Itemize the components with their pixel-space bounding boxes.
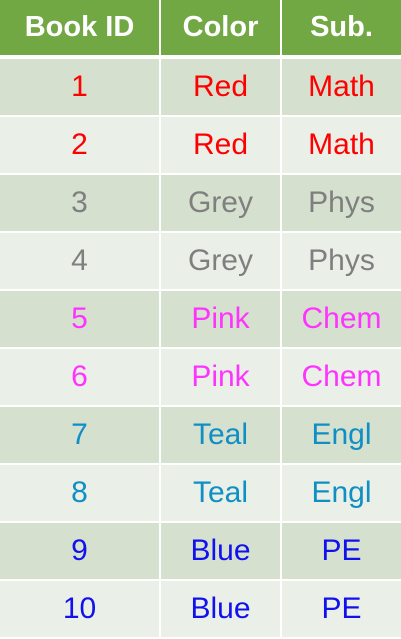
book-id-cell: 3: [0, 173, 161, 232]
book-id-cell: 2: [0, 115, 161, 174]
header-subject: Sub.: [281, 0, 401, 57]
table-row: 2 Red Math: [0, 115, 401, 174]
subject-cell: Math: [281, 115, 401, 174]
book-id-cell: 4: [0, 231, 161, 290]
table-row: 3 Grey Phys: [0, 173, 401, 232]
subject-cell: Engl: [281, 405, 401, 464]
header-color: Color: [160, 0, 282, 57]
color-cell: Grey: [160, 173, 282, 232]
book-id-cell: 8: [0, 463, 161, 522]
table-row: 7 Teal Engl: [0, 405, 401, 464]
table-row: 6 Pink Chem: [0, 347, 401, 406]
book-table-container: Book ID Color Sub. 1 Red Math 2 Red Math 3 Grey…: [0, 0, 401, 639]
book-table: Book ID Color Sub. 1 Red Math 2 Red Math 3 Grey…: [0, 0, 401, 637]
table-row: 4 Grey Phys: [0, 231, 401, 290]
book-id-cell: 5: [0, 289, 161, 348]
subject-cell: Phys: [281, 173, 401, 232]
book-id-cell: 6: [0, 347, 161, 406]
subject-cell: Engl: [281, 463, 401, 522]
table-row: 10 Blue PE: [0, 579, 401, 637]
subject-cell: Chem: [281, 289, 401, 348]
table-row: 8 Teal Engl: [0, 463, 401, 522]
color-cell: Pink: [160, 347, 282, 406]
table-row: 1 Red Math: [0, 55, 401, 116]
table-row: 5 Pink Chem: [0, 289, 401, 348]
color-cell: Red: [160, 115, 282, 174]
color-cell: Blue: [160, 579, 282, 637]
table-row: 9 Blue PE: [0, 521, 401, 580]
color-cell: Red: [160, 55, 282, 116]
color-cell: Teal: [160, 405, 282, 464]
header-book-id: Book ID: [0, 0, 161, 57]
table-header-row: Book ID Color Sub.: [0, 0, 401, 57]
book-id-cell: 10: [0, 579, 161, 637]
book-id-cell: 7: [0, 405, 161, 464]
color-cell: Blue: [160, 521, 282, 580]
subject-cell: PE: [281, 579, 401, 637]
book-id-cell: 1: [0, 55, 161, 116]
subject-cell: PE: [281, 521, 401, 580]
color-cell: Teal: [160, 463, 282, 522]
subject-cell: Chem: [281, 347, 401, 406]
subject-cell: Math: [281, 55, 401, 116]
color-cell: Pink: [160, 289, 282, 348]
table-body: 1 Red Math 2 Red Math 3 Grey Phys 4 Grey Phys 5 Pink C…: [0, 55, 401, 637]
subject-cell: Phys: [281, 231, 401, 290]
book-id-cell: 9: [0, 521, 161, 580]
color-cell: Grey: [160, 231, 282, 290]
